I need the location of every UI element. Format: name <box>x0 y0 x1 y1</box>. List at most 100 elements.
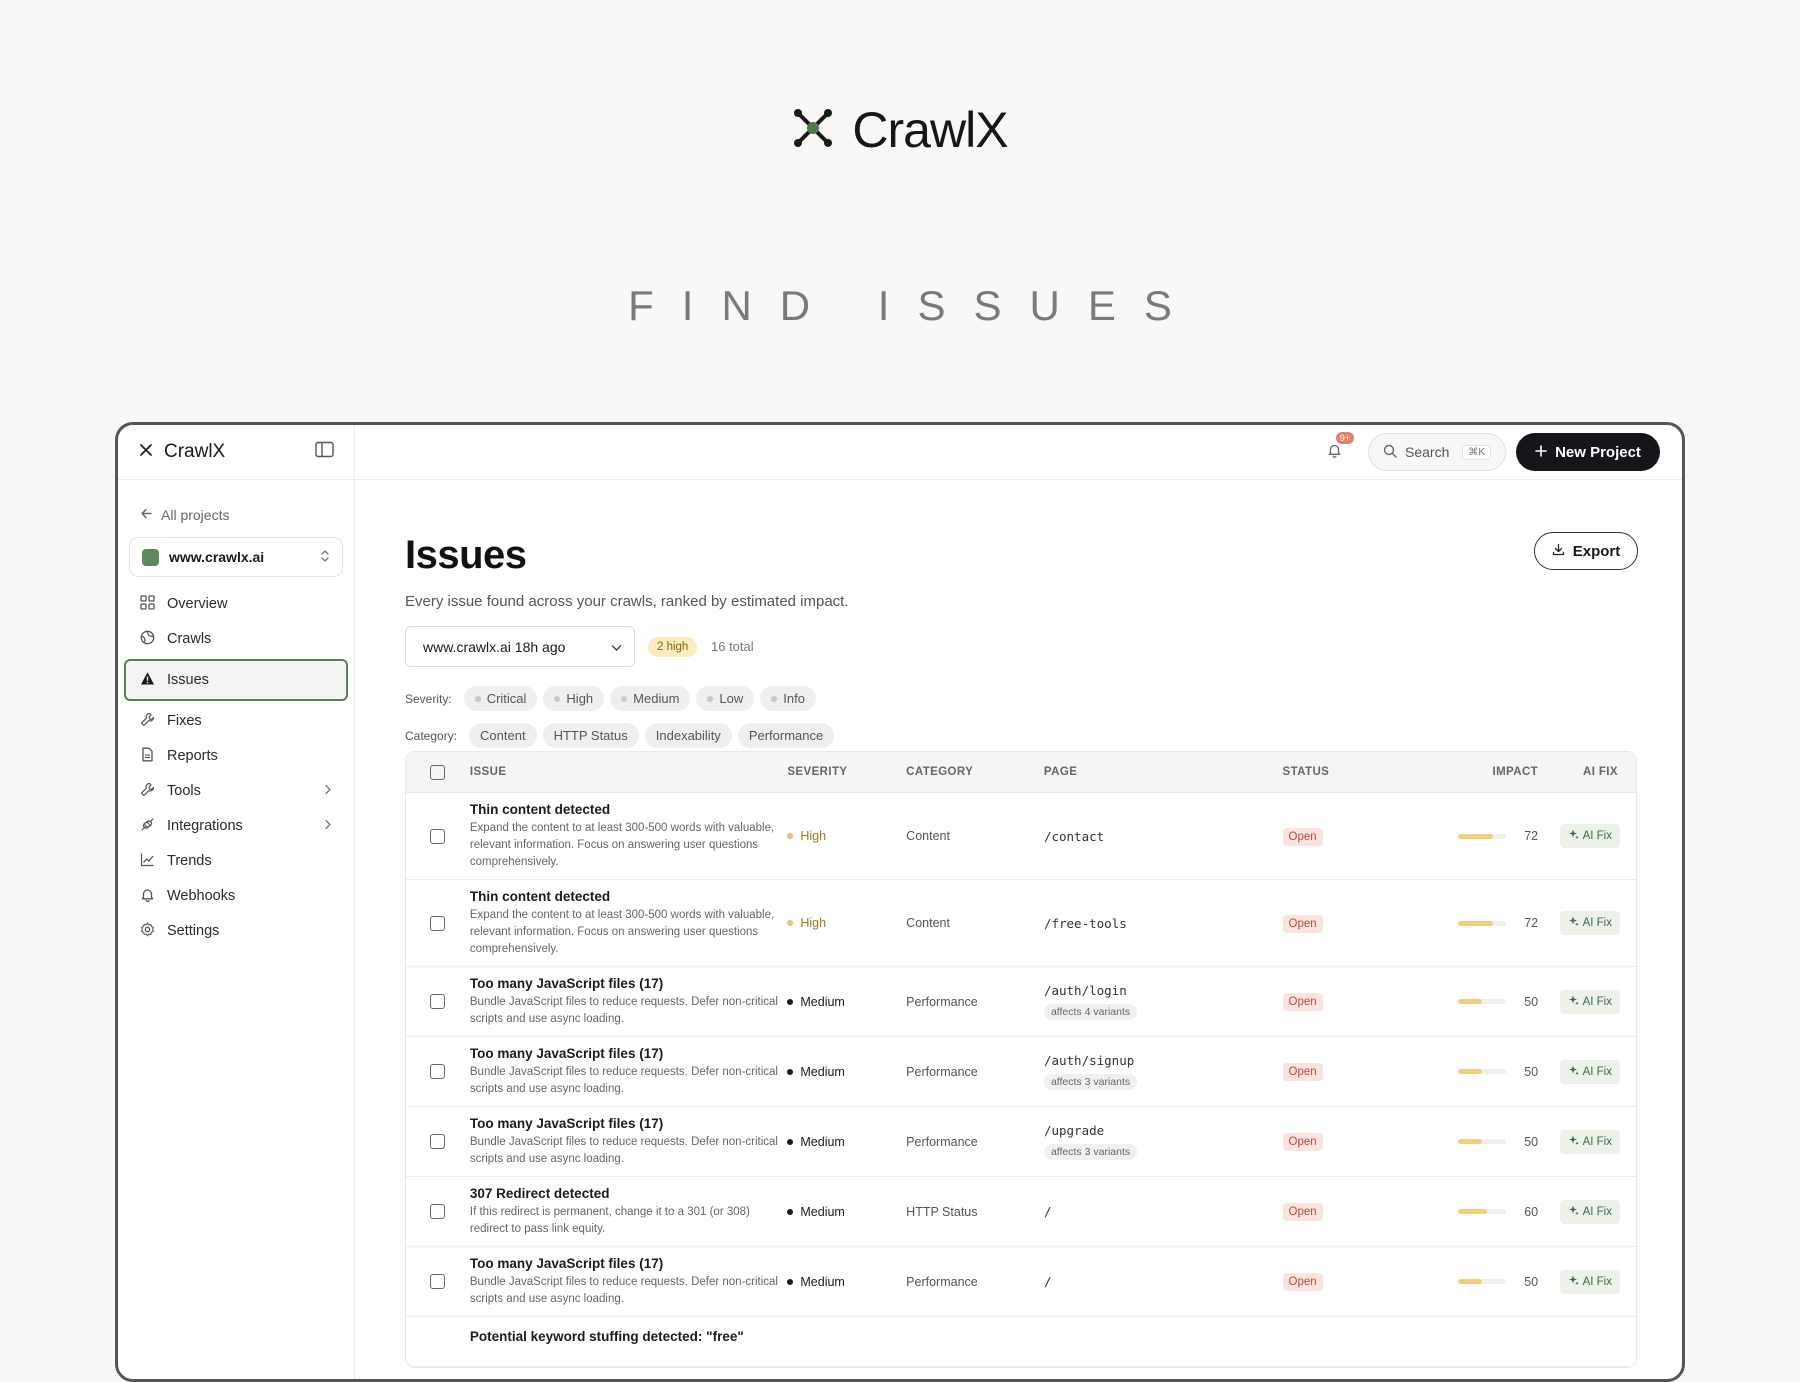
all-projects-link[interactable]: All projects <box>118 505 354 525</box>
table-row[interactable]: Potential keyword stuffing detected: "fr… <box>406 1317 1636 1367</box>
row-checkbox[interactable] <box>430 1134 446 1149</box>
page-path[interactable]: /contact <box>1044 829 1283 844</box>
ai-fix-button[interactable]: AI Fix <box>1559 824 1620 848</box>
ai-fix-button[interactable]: AI Fix <box>1559 1129 1620 1154</box>
category-chip-indexability[interactable]: Indexability <box>644 723 732 748</box>
issue-title[interactable]: Thin content detected <box>470 802 787 817</box>
row-select-cell <box>406 1274 470 1289</box>
impact-bar-fill <box>1458 1069 1483 1074</box>
issue-title[interactable]: Too many JavaScript files (17) <box>470 1046 787 1061</box>
export-button[interactable]: Export <box>1534 532 1638 570</box>
row-checkbox[interactable] <box>430 1274 446 1289</box>
wrench-icon <box>140 782 155 801</box>
status-cell: Open <box>1282 1132 1403 1151</box>
header-severity[interactable]: SEVERITY <box>787 766 906 778</box>
category-cell: Performance <box>906 1063 1044 1081</box>
issue-title[interactable]: 307 Redirect detected <box>470 1186 787 1201</box>
issue-title[interactable]: Potential keyword stuffing detected: "fr… <box>470 1329 787 1344</box>
category-chip-content[interactable]: Content <box>469 723 537 748</box>
table-row[interactable]: Thin content detected Expand the content … <box>406 793 1636 880</box>
issue-title[interactable]: Too many JavaScript files (17) <box>470 1116 787 1131</box>
severity-chip-low[interactable]: Low <box>696 686 755 711</box>
row-checkbox[interactable] <box>430 1204 446 1219</box>
ai-fix-button[interactable]: AI Fix <box>1559 1269 1620 1294</box>
sparkle-icon <box>1568 916 1579 930</box>
page-path[interactable]: /auth/signup <box>1044 1053 1283 1068</box>
severity-dot <box>787 833 794 839</box>
select-all-checkbox[interactable] <box>430 764 446 780</box>
sidebar-toggle-icon[interactable] <box>315 441 334 463</box>
row-checkbox[interactable] <box>430 828 446 844</box>
notifications-button[interactable]: 9+ <box>1322 432 1354 464</box>
row-checkbox[interactable] <box>430 994 446 1009</box>
category-chip-http-status[interactable]: HTTP Status <box>542 723 639 748</box>
sidebar-item-reports[interactable]: Reports <box>126 739 346 773</box>
search-button[interactable]: Search ⌘K <box>1368 433 1506 471</box>
page-path[interactable]: / <box>1044 1274 1283 1289</box>
project-selector[interactable]: www.crawlx.ai <box>129 537 343 577</box>
sidebar-item-webhooks[interactable]: Webhooks <box>126 879 346 913</box>
page-path[interactable]: /auth/login <box>1044 983 1283 998</box>
document-icon <box>140 747 155 766</box>
status-cell: Open <box>1282 1062 1403 1081</box>
page-path[interactable]: /free-tools <box>1044 916 1283 931</box>
sidebar-item-label: Tools <box>167 783 201 799</box>
main-content: Issues Export Every issue found across y… <box>355 480 1682 1379</box>
header-status[interactable]: STATUS <box>1283 766 1403 778</box>
issue-title[interactable]: Too many JavaScript files (17) <box>470 1256 787 1271</box>
table-row[interactable]: Thin content detected Expand the content … <box>406 880 1636 967</box>
table-row[interactable]: Too many JavaScript files (17) Bundle Jav… <box>406 967 1636 1037</box>
impact-cell: 50 <box>1402 1275 1538 1289</box>
page-path[interactable]: /upgrade <box>1044 1123 1283 1138</box>
severity-chip-info[interactable]: Info <box>760 686 816 711</box>
impact-bar <box>1458 920 1507 926</box>
bell-icon <box>1327 442 1342 463</box>
issue-cell: Potential keyword stuffing detected: "fr… <box>470 1329 787 1344</box>
category-chip-performance[interactable]: Performance <box>737 723 835 748</box>
table-row[interactable]: Too many JavaScript files (17) Bundle Jav… <box>406 1037 1636 1107</box>
sparkle-icon <box>1568 1275 1579 1289</box>
chip-label: Performance <box>748 728 824 743</box>
table-row[interactable]: Too many JavaScript files (17) Bundle Jav… <box>406 1247 1636 1317</box>
sidebar-item-overview[interactable]: Overview <box>126 587 346 621</box>
sidebar-item-trends[interactable]: Trends <box>126 844 346 878</box>
crawl-select[interactable]: www.crawlx.ai 18h ago <box>405 626 635 667</box>
status-cell: Open <box>1282 1272 1403 1291</box>
hero-brand: CrawlX <box>852 102 1008 158</box>
table-row[interactable]: Too many JavaScript files (17) Bundle Jav… <box>406 1107 1636 1177</box>
issue-title[interactable]: Thin content detected <box>470 889 787 904</box>
header-page[interactable]: PAGE <box>1044 766 1283 778</box>
header-category[interactable]: CATEGORY <box>906 766 1044 778</box>
row-checkbox[interactable] <box>430 1064 446 1079</box>
severity-chip-critical[interactable]: Critical <box>463 686 538 711</box>
sidebar-item-settings[interactable]: Settings <box>126 914 346 948</box>
severity-dot <box>787 920 794 926</box>
issue-description: If this redirect is permanent, change it… <box>469 1205 750 1235</box>
severity-cell: Medium <box>787 995 906 1009</box>
severity-chip-medium[interactable]: Medium <box>610 686 691 711</box>
severity-dot <box>787 1208 794 1215</box>
ai-fix-button[interactable]: AI Fix <box>1559 911 1620 935</box>
status-badge: Open <box>1282 1133 1323 1151</box>
impact-bar-fill <box>1458 1139 1483 1144</box>
impact-cell: 50 <box>1402 1135 1538 1149</box>
row-checkbox[interactable] <box>430 915 446 931</box>
header-issue[interactable]: ISSUE <box>470 766 787 778</box>
ai-fix-button[interactable]: AI Fix <box>1559 1059 1620 1084</box>
page-path[interactable]: / <box>1044 1204 1283 1219</box>
issue-cell: Too many JavaScript files (17) Bundle Jav… <box>470 1046 787 1098</box>
sidebar-item-integrations[interactable]: Integrations <box>126 809 346 843</box>
sidebar-item-crawls[interactable]: Crawls <box>126 622 346 656</box>
ai-fix-button[interactable]: AI Fix <box>1559 1199 1620 1224</box>
issue-title[interactable]: Too many JavaScript files (17) <box>470 976 787 991</box>
sidebar-item-tools[interactable]: Tools <box>126 774 346 808</box>
new-project-button[interactable]: New Project <box>1516 433 1660 471</box>
table-row[interactable]: 307 Redirect detected If this redirect is… <box>406 1177 1636 1247</box>
ai-fix-label: AI Fix <box>1582 830 1612 842</box>
impact-score: 50 <box>1524 994 1539 1009</box>
header-impact[interactable]: IMPACT <box>1402 766 1538 778</box>
ai-fix-button[interactable]: AI Fix <box>1559 989 1620 1014</box>
severity-chip-high[interactable]: High <box>543 686 605 711</box>
sidebar-item-fixes[interactable]: Fixes <box>126 704 346 738</box>
sidebar-item-issues[interactable]: Issues <box>124 659 348 701</box>
